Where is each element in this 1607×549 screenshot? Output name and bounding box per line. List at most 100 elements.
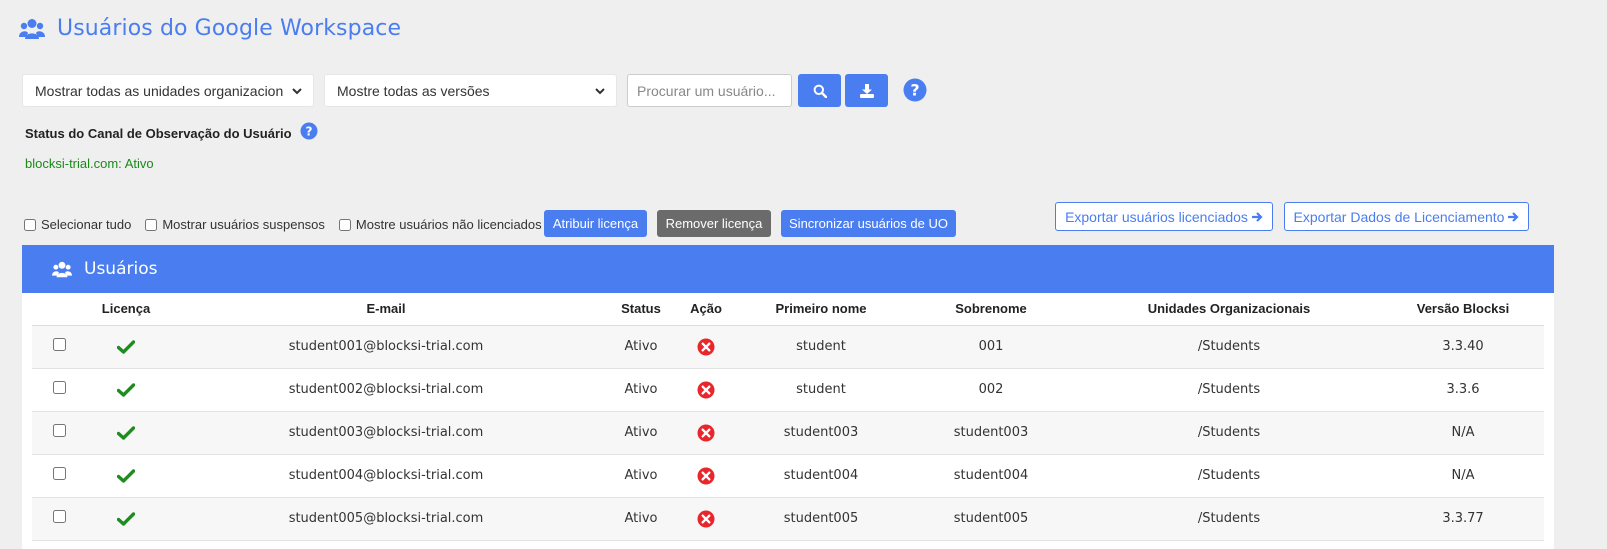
column-header[interactable]: Status: [606, 293, 676, 326]
last-name-cell: 001: [906, 325, 1076, 369]
table-row: student004@blocksi-trial.com Ativo student…: [32, 454, 1544, 498]
org-unit-cell: /Students: [1076, 411, 1382, 455]
observation-status-label: Status do Canal de Observação do Usuário: [25, 126, 292, 141]
select-all-checkbox[interactable]: [24, 218, 36, 231]
column-header[interactable]: Licença: [86, 293, 166, 326]
help-icon[interactable]: ?: [300, 122, 318, 140]
first-name-cell: student: [736, 368, 906, 412]
org-unit-cell: /Students: [1076, 368, 1382, 412]
remove-license-button[interactable]: Remover licença: [657, 210, 771, 237]
remove-user-icon[interactable]: [697, 338, 715, 356]
version-cell: 3.3.40: [1382, 325, 1544, 369]
remove-user-icon[interactable]: [697, 467, 715, 485]
show-suspended-option[interactable]: Mostrar usuários suspensos: [145, 217, 325, 232]
search-input[interactable]: [627, 74, 792, 107]
row-select-checkbox[interactable]: [52, 510, 66, 523]
email-cell: student002@blocksi-trial.com: [166, 368, 606, 412]
check-icon: [117, 511, 135, 526]
chevron-down-icon: [292, 88, 302, 95]
observation-status-value: blocksi-trial.com: Ativo: [25, 156, 154, 171]
status-cell: Ativo: [606, 454, 676, 498]
version-cell: 3.3.77: [1382, 497, 1544, 541]
first-name-cell: student004: [736, 454, 906, 498]
users-table: Licença E-mail Status Ação Primeiro nome…: [32, 293, 1544, 541]
column-header[interactable]: Primeiro nome: [736, 293, 906, 326]
check-icon: [117, 382, 135, 397]
remove-user-icon[interactable]: [697, 510, 715, 528]
versions-select-value: Mostre todas as versões: [337, 82, 490, 99]
table-row: student002@blocksi-trial.com Ativo student…: [32, 368, 1544, 412]
download-button[interactable]: [845, 74, 888, 107]
table-row: student003@blocksi-trial.com Ativo student…: [32, 411, 1544, 455]
select-all-option[interactable]: Selecionar tudo: [24, 217, 131, 232]
license-cell: [86, 368, 166, 412]
row-select-checkbox[interactable]: [52, 467, 66, 480]
export-licensed-users-button[interactable]: Exportar usuários licenciados: [1055, 202, 1273, 231]
chevron-down-icon: [595, 88, 605, 95]
remove-user-icon[interactable]: [697, 424, 715, 442]
license-cell: [86, 454, 166, 498]
action-cell: [676, 368, 736, 412]
column-header[interactable]: Ação: [676, 293, 736, 326]
table-header-row: Licença E-mail Status Ação Primeiro nome…: [32, 293, 1544, 326]
email-cell: student001@blocksi-trial.com: [166, 325, 606, 369]
row-select-cell: [32, 368, 86, 412]
table-row: student001@blocksi-trial.com Ativo student…: [32, 325, 1544, 369]
observation-status-title: Status do Canal de Observação do Usuário…: [25, 122, 318, 141]
column-header-select: [32, 293, 86, 326]
users-icon: [52, 261, 72, 277]
row-select-checkbox[interactable]: [52, 338, 66, 351]
first-name-cell: student: [736, 325, 906, 369]
versions-select[interactable]: Mostre todas as versões: [324, 74, 617, 107]
first-name-cell: student005: [736, 497, 906, 541]
export-licensing-data-button[interactable]: Exportar Dados de Licenciamento: [1284, 202, 1529, 231]
download-icon: [859, 83, 874, 98]
page-title: Usuários do Google Workspace: [57, 16, 402, 41]
last-name-cell: 002: [906, 368, 1076, 412]
page-header: Usuários do Google Workspace: [19, 16, 401, 41]
show-unlicensed-label: Mostre usuários não licenciados: [355, 217, 542, 232]
email-cell: student004@blocksi-trial.com: [166, 454, 606, 498]
show-suspended-checkbox[interactable]: [145, 218, 158, 231]
check-icon: [117, 468, 135, 483]
users-table-body: student001@blocksi-trial.com Ativo student…: [32, 325, 1544, 541]
help-icon[interactable]: ?: [903, 78, 927, 102]
check-icon: [117, 425, 135, 440]
action-cell: [676, 325, 736, 369]
row-select-checkbox[interactable]: [52, 381, 66, 394]
column-header[interactable]: Sobrenome: [906, 293, 1076, 326]
action-cell: [676, 454, 736, 498]
export-licensed-users-label: Exportar usuários licenciados: [1065, 208, 1248, 225]
search-button[interactable]: [798, 74, 841, 107]
org-units-select[interactable]: Mostrar todas as unidades organizacion: [22, 74, 314, 107]
svg-text:?: ?: [305, 124, 312, 138]
assign-license-button[interactable]: Atribuir licença: [544, 210, 647, 237]
remove-user-icon[interactable]: [697, 381, 715, 399]
column-header[interactable]: Versão Blocksi: [1382, 293, 1544, 326]
export-licensing-data-label: Exportar Dados de Licenciamento: [1293, 208, 1505, 225]
select-all-label: Selecionar tudo: [41, 217, 132, 232]
last-name-cell: student005: [906, 497, 1076, 541]
email-cell: student003@blocksi-trial.com: [166, 411, 606, 455]
status-cell: Ativo: [606, 368, 676, 412]
version-cell: N/A: [1382, 411, 1544, 455]
status-cell: Ativo: [606, 497, 676, 541]
show-unlicensed-checkbox[interactable]: [338, 218, 351, 231]
table-row: student005@blocksi-trial.com Ativo student…: [32, 497, 1544, 541]
action-cell: [676, 411, 736, 455]
user-options: Selecionar tudo Mostrar usuários suspens…: [24, 217, 556, 232]
org-units-select-value: Mostrar todas as unidades organizacion: [35, 82, 284, 99]
arrow-right-icon: [1508, 211, 1520, 222]
arrow-right-icon: [1251, 211, 1263, 222]
row-select-checkbox[interactable]: [52, 424, 66, 437]
last-name-cell: student004: [906, 454, 1076, 498]
email-cell: student005@blocksi-trial.com: [166, 497, 606, 541]
license-cell: [86, 497, 166, 541]
show-suspended-label: Mostrar usuários suspensos: [162, 217, 325, 232]
action-cell: [676, 497, 736, 541]
show-unlicensed-option[interactable]: Mostre usuários não licenciados: [338, 217, 542, 232]
column-header[interactable]: Unidades Organizacionais: [1076, 293, 1382, 326]
users-icon: [19, 18, 45, 39]
column-header[interactable]: E-mail: [166, 293, 606, 326]
sync-ou-users-button[interactable]: Sincronizar usuários de UO: [781, 210, 956, 237]
